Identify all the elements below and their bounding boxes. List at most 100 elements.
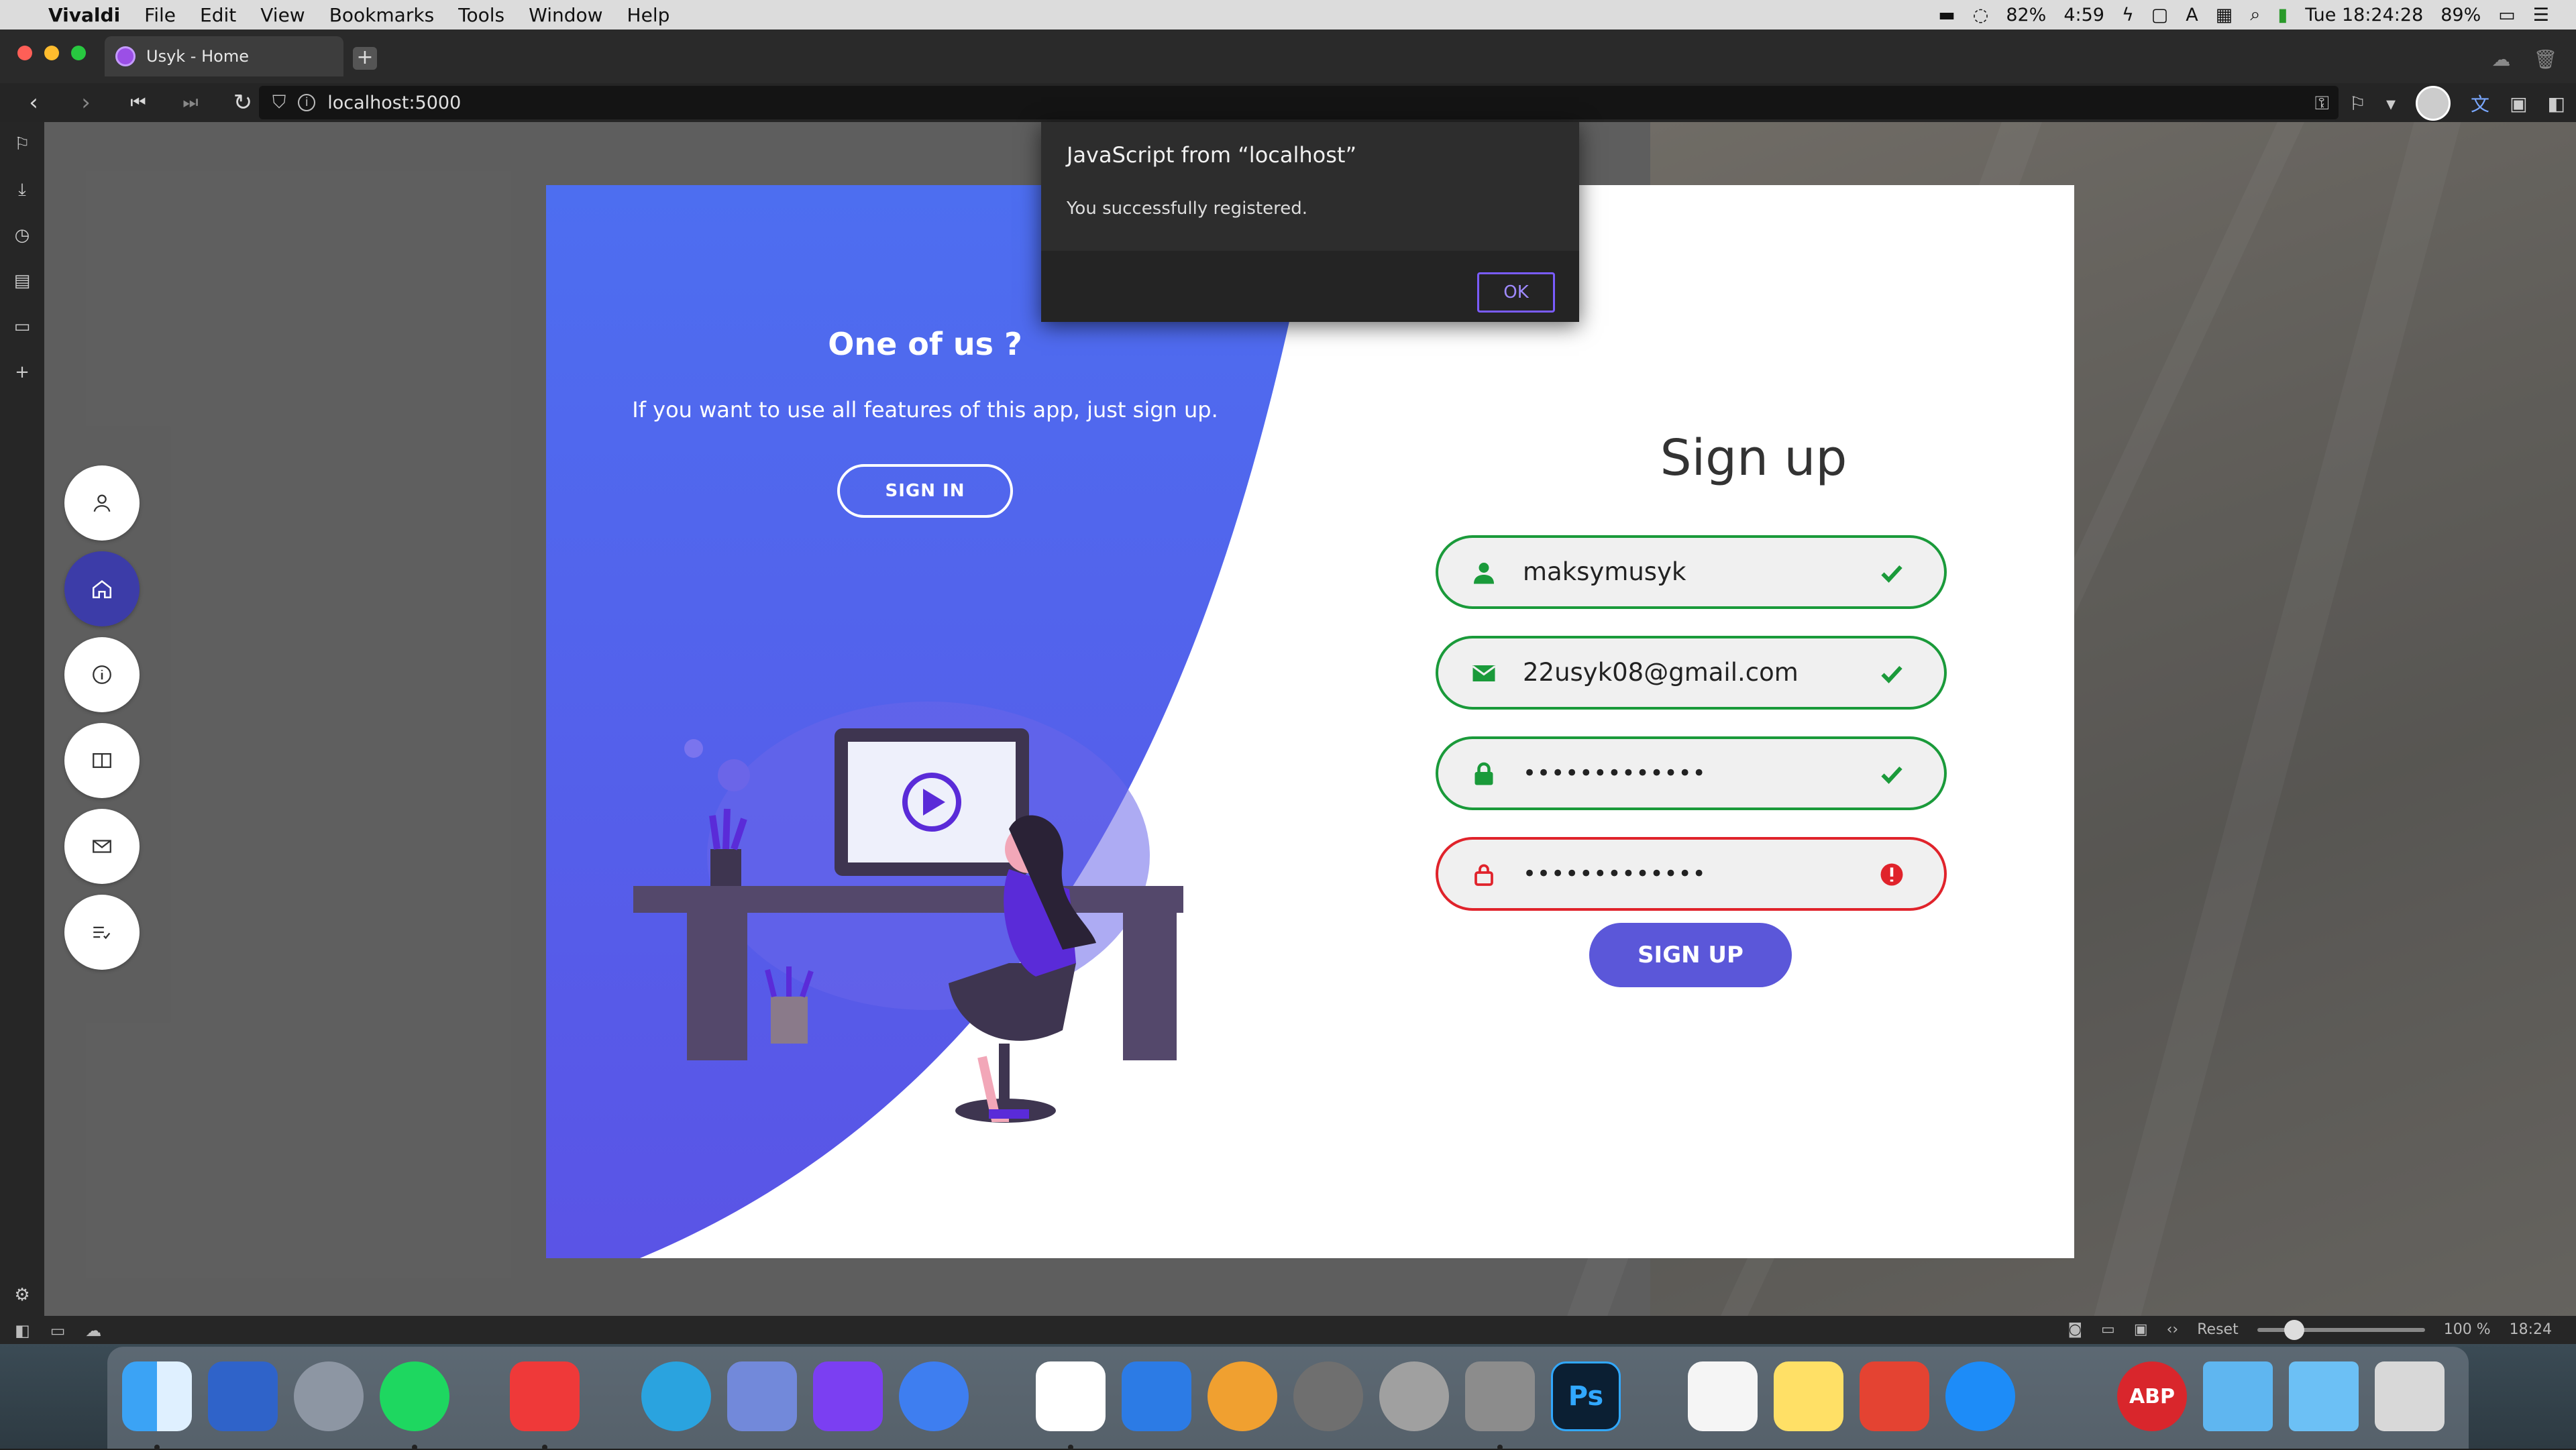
sync-icon[interactable]: ◌ (1973, 5, 1989, 25)
profile-avatar[interactable] (2416, 86, 2451, 121)
menubar-datetime[interactable]: Tue 18:24:28 (2305, 5, 2423, 25)
xcode-icon[interactable] (1122, 1361, 1191, 1431)
launchpad-icon[interactable] (294, 1361, 364, 1431)
spotlight-search-icon[interactable]: ⌕ (2250, 4, 2260, 25)
menu-bookmarks[interactable]: Bookmarks (329, 4, 434, 26)
sign-up-button[interactable]: SIGN UP (1589, 923, 1792, 987)
fast-forward-icon[interactable]: ⏭ (172, 93, 209, 113)
minimize-window-button[interactable] (44, 46, 59, 60)
history-panel-icon[interactable]: ◷ (12, 225, 32, 245)
abp-label: ABP (2129, 1384, 2176, 1408)
downloads-folder-icon[interactable] (2289, 1361, 2359, 1431)
disk-utility-icon[interactable] (1379, 1361, 1449, 1431)
discord-icon[interactable] (727, 1361, 797, 1431)
menu-app-name[interactable]: Vivaldi (48, 4, 120, 26)
new-tab-button[interactable]: + (353, 47, 377, 70)
code-icon[interactable]: ‹› (2167, 1321, 2179, 1338)
dropdown-icon[interactable]: ▾ (2386, 93, 2396, 115)
key-icon[interactable]: ⚿ (2315, 92, 2329, 115)
menu-window[interactable]: Window (529, 4, 602, 26)
notch-icon[interactable]: ▢ (2151, 5, 2169, 25)
database-icon[interactable] (1465, 1361, 1535, 1431)
trash-icon[interactable] (2375, 1361, 2445, 1431)
downloads-panel-icon[interactable]: ⤓ (12, 180, 32, 200)
notes-icon[interactable] (1774, 1361, 1843, 1431)
shield-icon[interactable]: ⛉ (272, 92, 286, 113)
control-center-icon[interactable]: ☰ (2533, 5, 2549, 25)
viber-icon[interactable] (813, 1361, 883, 1431)
lightning-icon[interactable]: ϟ (2122, 5, 2134, 25)
notes-panel-icon[interactable]: ▤ (12, 271, 32, 291)
transmit-icon[interactable] (1208, 1361, 1277, 1431)
reminders-icon[interactable] (1688, 1361, 1758, 1431)
settings-gear-icon[interactable]: ⚙ (12, 1285, 32, 1305)
nav-mail-button[interactable] (64, 809, 140, 884)
grid-icon[interactable]: ▦ (2216, 5, 2233, 25)
folder-icon[interactable] (2203, 1361, 2273, 1431)
bookmark-icon[interactable]: ⚐ (2349, 93, 2366, 115)
confirm-password-field[interactable]: ••••••••••••• (1436, 837, 1947, 911)
url-field[interactable]: ⛉ i localhost:5000 (259, 86, 2339, 119)
sign-in-button[interactable]: SIGN IN (837, 464, 1013, 518)
telegram-icon[interactable] (641, 1361, 711, 1431)
email-field[interactable]: 22usyk08@gmail.com (1436, 636, 1947, 710)
nav-list-button[interactable] (64, 895, 140, 970)
nav-book-button[interactable] (64, 723, 140, 798)
menubar-clock-small[interactable]: 4:59 (2063, 5, 2104, 25)
zoom-reset-button[interactable]: Reset (2197, 1321, 2238, 1338)
photoshop-icon[interactable]: Ps (1551, 1361, 1621, 1431)
cloud-icon[interactable]: ☁ (85, 1321, 101, 1340)
app-store-icon[interactable] (1945, 1361, 2015, 1431)
menu-view[interactable]: View (260, 4, 305, 26)
tableplus-icon[interactable] (1293, 1361, 1363, 1431)
tiling-toggle-icon[interactable]: ▭ (2101, 1321, 2115, 1338)
forward-icon[interactable]: › (67, 89, 105, 116)
spotify-icon[interactable] (380, 1361, 449, 1431)
alert-ok-button[interactable]: OK (1477, 272, 1555, 313)
url-text: localhost:5000 (327, 92, 462, 113)
capture-icon[interactable]: ◙ (2068, 1321, 2082, 1338)
vscode-icon[interactable] (1036, 1361, 1106, 1431)
extension-2-icon[interactable]: ◧ (2548, 93, 2565, 115)
finder-icon[interactable] (122, 1361, 192, 1431)
add-panel-icon[interactable]: + (12, 362, 32, 382)
nav-home-button[interactable] (64, 551, 140, 626)
mission-control-icon[interactable] (208, 1361, 278, 1431)
screen-icon[interactable]: ▬ (1938, 5, 1955, 25)
nav-profile-button[interactable] (64, 465, 140, 541)
close-window-button[interactable] (17, 46, 32, 60)
battery-percent[interactable]: 89% (2440, 5, 2481, 25)
cloud-sync-icon[interactable]: ☁ (2491, 48, 2510, 70)
tiling-icon[interactable]: ▭ (50, 1321, 66, 1340)
zoom-slider-knob[interactable] (2284, 1319, 2304, 1340)
text-input-icon[interactable]: A (2186, 5, 2198, 25)
panel-toggle-icon[interactable]: ◧ (15, 1321, 30, 1340)
menu-tools[interactable]: Tools (458, 4, 504, 26)
username-field[interactable]: maksymusyk (1436, 535, 1947, 609)
window-panel-icon[interactable]: ▭ (12, 317, 32, 337)
menu-help[interactable]: Help (627, 4, 670, 26)
password-field[interactable]: ••••••••••••• (1436, 736, 1947, 810)
reload-icon[interactable]: ↻ (224, 89, 262, 116)
battery-icon[interactable]: ▭ (2498, 5, 2516, 25)
vivaldi-icon[interactable] (510, 1361, 580, 1431)
spark-mail-icon[interactable] (899, 1361, 969, 1431)
site-info-icon[interactable]: i (298, 94, 316, 111)
zoom-window-button[interactable] (71, 46, 86, 60)
trash-icon[interactable]: 🗑 (2533, 48, 2557, 70)
menu-file[interactable]: File (144, 4, 176, 26)
translate-icon[interactable]: 文 (2471, 90, 2489, 117)
tab-usyk-home[interactable]: Usyk - Home (105, 36, 343, 76)
extension-icon[interactable]: ▣ (2510, 93, 2527, 115)
rewind-icon[interactable]: ⏮ (119, 93, 157, 113)
back-icon[interactable]: ‹ (15, 89, 52, 116)
image-toggle-icon[interactable]: ▣ (2134, 1321, 2148, 1338)
adblock-plus-icon[interactable]: ABP (2117, 1361, 2187, 1431)
bookmarks-panel-icon[interactable]: ⚐ (12, 134, 32, 154)
nav-info-button[interactable] (64, 637, 140, 712)
zoom-slider[interactable] (2257, 1319, 2425, 1340)
todoist-icon[interactable] (1860, 1361, 1929, 1431)
menu-edit[interactable]: Edit (200, 4, 236, 26)
wifi-signal-icon[interactable]: ▮ (2277, 5, 2288, 25)
battery-percent-left[interactable]: 82% (2006, 5, 2046, 25)
